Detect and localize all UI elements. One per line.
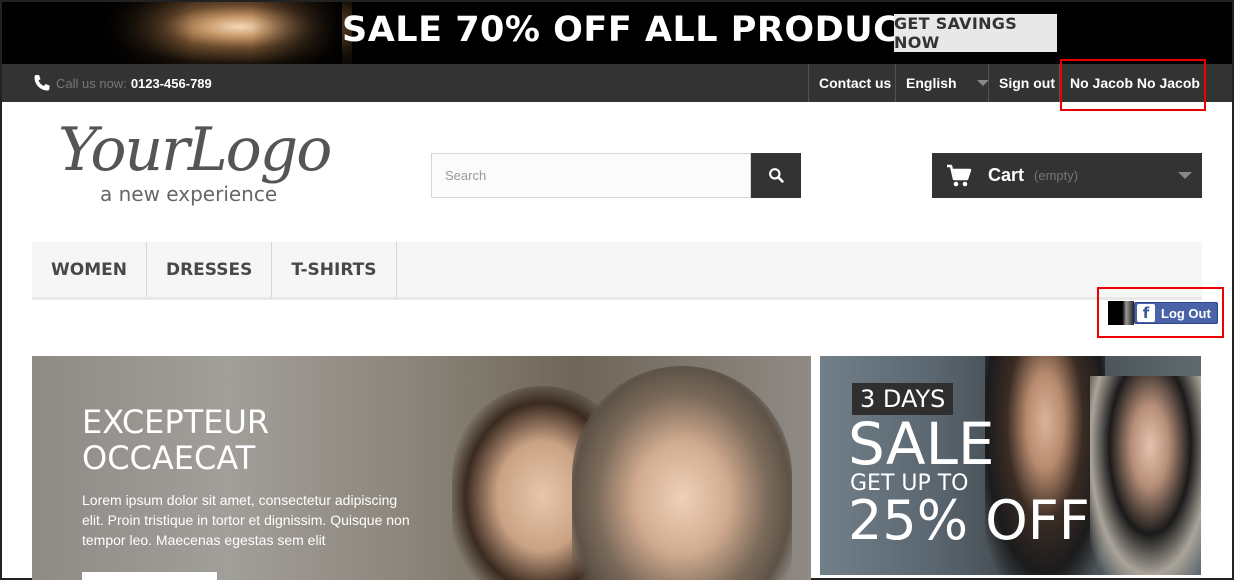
site-logo[interactable]: YourLogo a new experience (58, 115, 348, 210)
facebook-highlight-box (1097, 287, 1224, 338)
promo-headline: SALE 70% OFF ALL PRODUCTS (342, 10, 950, 50)
sale-promo-banner[interactable]: 3 DAYS SALE GET UP TO 25% OFF (820, 356, 1201, 575)
promo-model-image (102, 2, 352, 64)
cart-icon (947, 164, 972, 186)
logo-wordmark: YourLogo (58, 115, 332, 185)
call-label: Call us now: (56, 75, 127, 91)
search-button[interactable] (751, 153, 801, 198)
call-info: Call us now: 0123-456-789 (32, 64, 212, 102)
language-label: English (906, 75, 957, 91)
slider-heading: EXCEPTEUR OCCAECAT (82, 403, 270, 477)
promo-banner[interactable]: SALE 70% OFF ALL PRODUCTS GET SAVINGS NO… (2, 2, 1232, 64)
chevron-down-icon (1178, 172, 1192, 179)
search-input[interactable] (431, 153, 751, 198)
menu-item-tshirts[interactable]: T-SHIRTS (272, 242, 397, 297)
promo-sale-text: SALE (848, 410, 995, 478)
search-icon (768, 168, 784, 183)
contact-us-link[interactable]: Contact us (808, 64, 901, 102)
category-menu: WOMEN DRESSES T-SHIRTS (32, 242, 1202, 300)
promo-model-image (1090, 376, 1201, 575)
promo-percent-text: 25% OFF (848, 489, 1090, 552)
cart-status: (empty) (1034, 168, 1079, 183)
sign-out-label: Sign out (999, 75, 1055, 91)
contact-us-label: Contact us (819, 75, 892, 91)
slider-shop-button[interactable] (82, 572, 217, 580)
home-slider[interactable]: EXCEPTEUR OCCAECAT Lorem ipsum dolor sit… (32, 356, 811, 580)
phone-icon (34, 75, 50, 91)
cart-button[interactable]: Cart (empty) (932, 153, 1202, 198)
language-selector[interactable]: English (895, 64, 999, 102)
menu-item-women[interactable]: WOMEN (32, 242, 147, 297)
top-nav: Call us now: 0123-456-789 Contact us Eng… (2, 64, 1232, 102)
sign-out-link[interactable]: Sign out (988, 64, 1065, 102)
slider-model-image (572, 366, 792, 580)
get-savings-button[interactable]: GET SAVINGS NOW (894, 14, 1057, 52)
slider-description: Lorem ipsum dolor sit amet, consectetur … (82, 492, 410, 548)
cart-label: Cart (988, 165, 1025, 185)
phone-number: 0123-456-789 (130, 75, 212, 91)
chevron-down-icon (976, 80, 989, 86)
menu-item-dresses[interactable]: DRESSES (147, 242, 273, 297)
search-bar (431, 153, 801, 198)
user-highlight-box (1060, 59, 1206, 111)
logo-tagline: a new experience (100, 182, 278, 206)
